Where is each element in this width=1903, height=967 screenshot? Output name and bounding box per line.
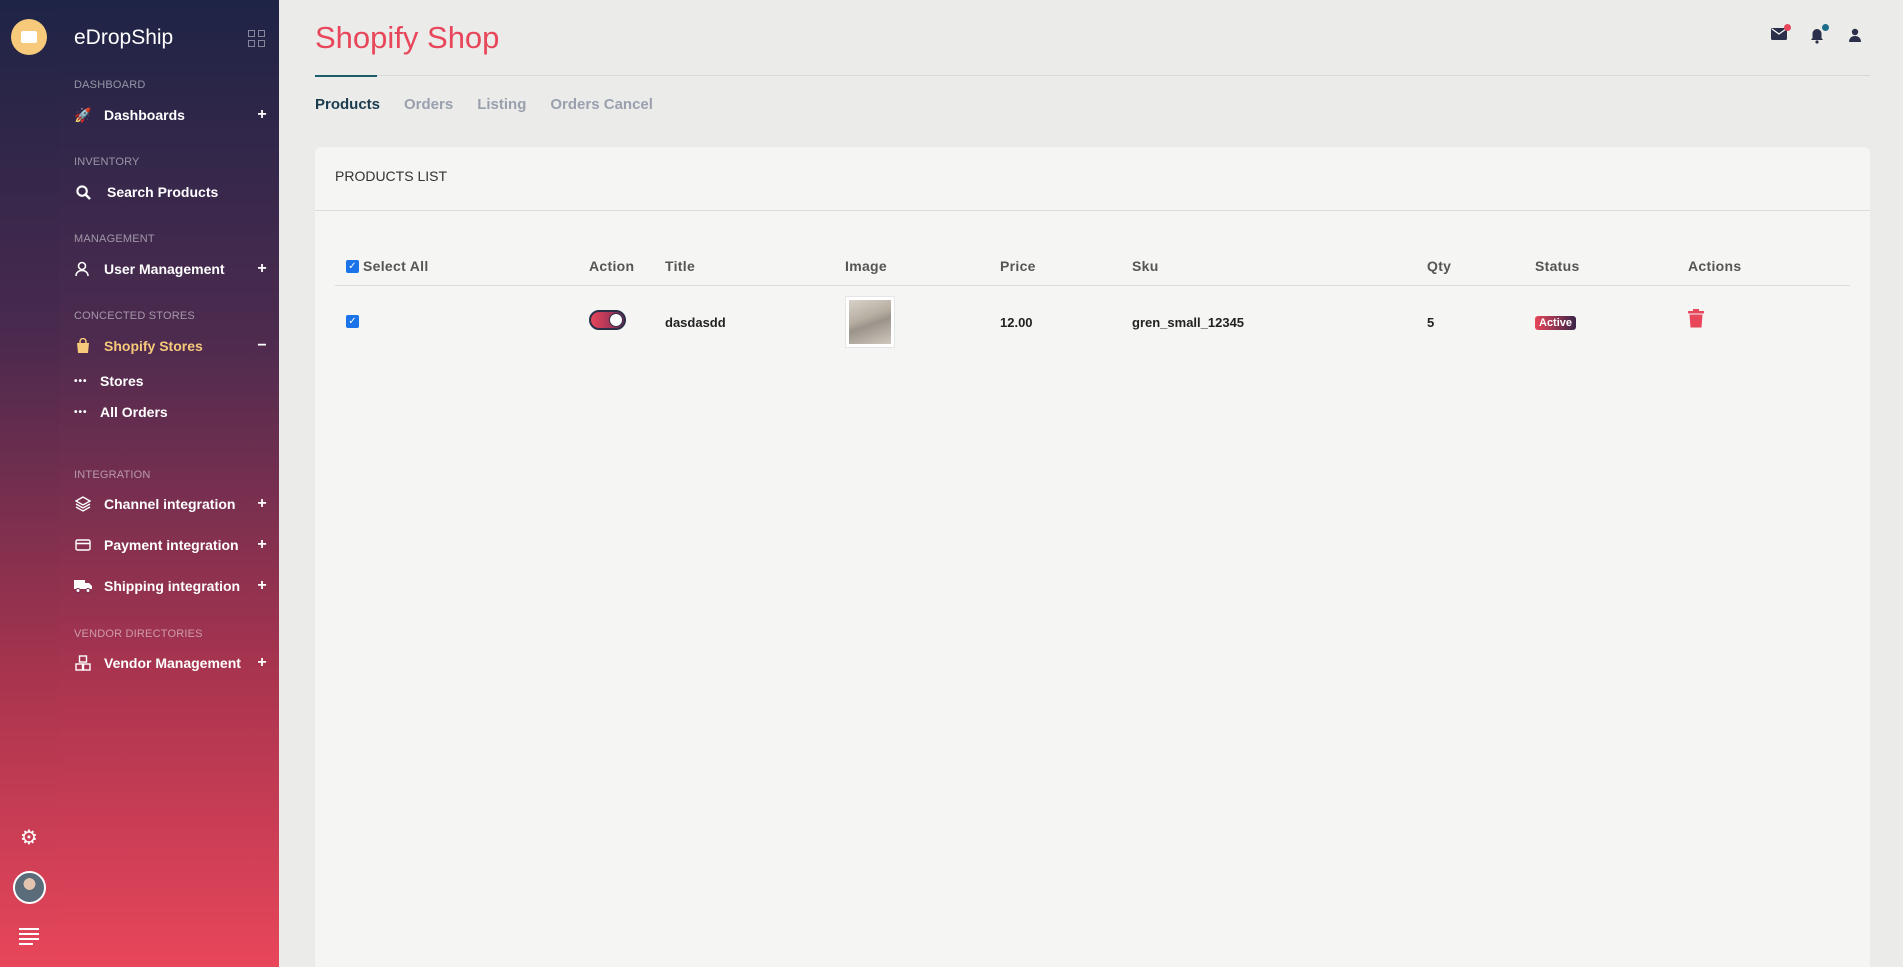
product-title: dasdasdd	[665, 315, 726, 330]
section-management: MANAGEMENT	[74, 233, 155, 245]
header-icons	[1771, 24, 1863, 44]
sidebar-item-channel-integration[interactable]: Channel integration +	[74, 492, 269, 516]
tab-products[interactable]: Products	[315, 96, 380, 113]
sidebar-item-label: Channel integration	[104, 496, 236, 512]
sidebar-item-label: Dashboards	[104, 107, 185, 123]
store-logo-icon[interactable]	[11, 19, 47, 55]
expand-icon[interactable]: +	[255, 260, 269, 278]
mail-icon[interactable]	[1771, 24, 1791, 44]
sidebar-subitem-label: Stores	[100, 373, 144, 389]
column-header-qty: Qty	[1427, 258, 1452, 274]
products-card: PRODUCTS LIST ✓ Select All Action Title …	[315, 147, 1870, 967]
column-header-sku: Sku	[1132, 258, 1159, 274]
rocket-icon: 🚀	[74, 106, 92, 123]
sidebar-item-label: Payment integration	[104, 537, 239, 553]
card-title: PRODUCTS LIST	[335, 168, 448, 184]
tab-listing[interactable]: Listing	[477, 96, 526, 113]
sidebar-subitem-all-orders[interactable]: ••• All Orders	[74, 402, 168, 422]
sidebar-item-label: Shipping integration	[104, 578, 241, 594]
product-image	[845, 296, 895, 348]
section-inventory: INVENTORY	[74, 156, 140, 168]
grid-toggle-icon[interactable]	[248, 30, 265, 47]
bell-icon[interactable]	[1809, 24, 1829, 44]
credit-card-icon	[74, 536, 92, 554]
shopping-bag-icon	[74, 337, 92, 355]
sidebar-item-label: Vendor Management	[104, 655, 241, 671]
sidebar-item-payment-integration[interactable]: Payment integration +	[74, 533, 269, 557]
page-title: Shopify Shop	[315, 20, 500, 55]
sidebar-item-vendor-management[interactable]: Vendor Management +	[74, 651, 269, 675]
section-integration: INTEGRATION	[74, 469, 151, 481]
sidebar-item-shopify-stores[interactable]: Shopify Stores −	[74, 334, 269, 358]
column-header-action: Action	[589, 258, 635, 274]
select-all-label: Select All	[363, 258, 429, 274]
dots-icon: •••	[74, 406, 88, 418]
sidebar: eDropShip DASHBOARD 🚀 Dashboards + INVEN…	[59, 0, 279, 967]
row-checkbox[interactable]: ✓	[346, 315, 359, 328]
collapse-icon[interactable]: −	[255, 337, 269, 355]
cubes-icon	[74, 654, 92, 672]
sidebar-item-shipping-integration[interactable]: Shipping integration +	[74, 574, 269, 598]
delete-trash-icon[interactable]	[1688, 309, 1704, 332]
status-badge: Active	[1535, 316, 1577, 330]
product-enabled-toggle[interactable]	[589, 310, 626, 330]
product-qty: 5	[1427, 315, 1435, 330]
user-avatar[interactable]	[13, 871, 46, 904]
truck-icon	[74, 577, 92, 595]
active-tab-indicator	[315, 75, 377, 77]
column-header-status: Status	[1535, 258, 1580, 274]
select-all-checkbox[interactable]: ✓	[346, 259, 359, 273]
column-header-image: Image	[845, 258, 887, 274]
sidebar-item-search-products[interactable]: Search Products	[74, 180, 269, 204]
expand-icon[interactable]: +	[255, 536, 269, 554]
column-header-price: Price	[1000, 258, 1036, 274]
expand-icon[interactable]: +	[255, 654, 269, 672]
tab-orders[interactable]: Orders	[404, 96, 453, 113]
column-header-actions: Actions	[1688, 258, 1742, 274]
table-header-divider	[335, 285, 1850, 286]
expand-icon[interactable]: +	[255, 495, 269, 513]
section-connected-stores: CONCECTED STORES	[74, 310, 195, 322]
section-dashboard: DASHBOARD	[74, 79, 146, 91]
sidebar-item-user-management[interactable]: User Management +	[74, 257, 269, 281]
menu-icon[interactable]	[19, 928, 39, 948]
section-vendor-directories: VENDOR DIRECTORIES	[74, 628, 203, 640]
expand-icon[interactable]: +	[255, 106, 269, 124]
sidebar-subitem-label: All Orders	[100, 404, 168, 420]
product-sku: gren_small_12345	[1132, 315, 1245, 330]
product-price: 12.00	[1000, 315, 1033, 330]
dots-icon: •••	[74, 375, 88, 387]
select-all-header[interactable]: ✓ Select All	[346, 258, 429, 274]
user-profile-icon[interactable]	[1847, 28, 1863, 44]
header-divider	[315, 75, 1870, 76]
layers-icon	[74, 495, 92, 513]
settings-gear-icon[interactable]: ⚙	[19, 828, 39, 848]
sidebar-item-dashboards[interactable]: 🚀 Dashboards +	[74, 103, 269, 127]
sidebar-item-label: User Management	[104, 261, 225, 277]
tab-bar: Products Orders Listing Orders Cancel	[315, 96, 653, 113]
tab-orders-cancel[interactable]: Orders Cancel	[550, 96, 653, 113]
user-icon	[74, 260, 92, 278]
sidebar-item-label: Shopify Stores	[104, 338, 203, 354]
card-divider	[315, 210, 1870, 211]
sidebar-item-label: Search Products	[107, 184, 219, 200]
expand-icon[interactable]: +	[255, 577, 269, 595]
column-header-title: Title	[665, 258, 696, 274]
icon-rail: ⚙	[0, 0, 59, 967]
search-icon	[74, 183, 92, 201]
brand-name: eDropShip	[74, 26, 174, 49]
sidebar-subitem-stores[interactable]: ••• Stores	[74, 371, 144, 391]
